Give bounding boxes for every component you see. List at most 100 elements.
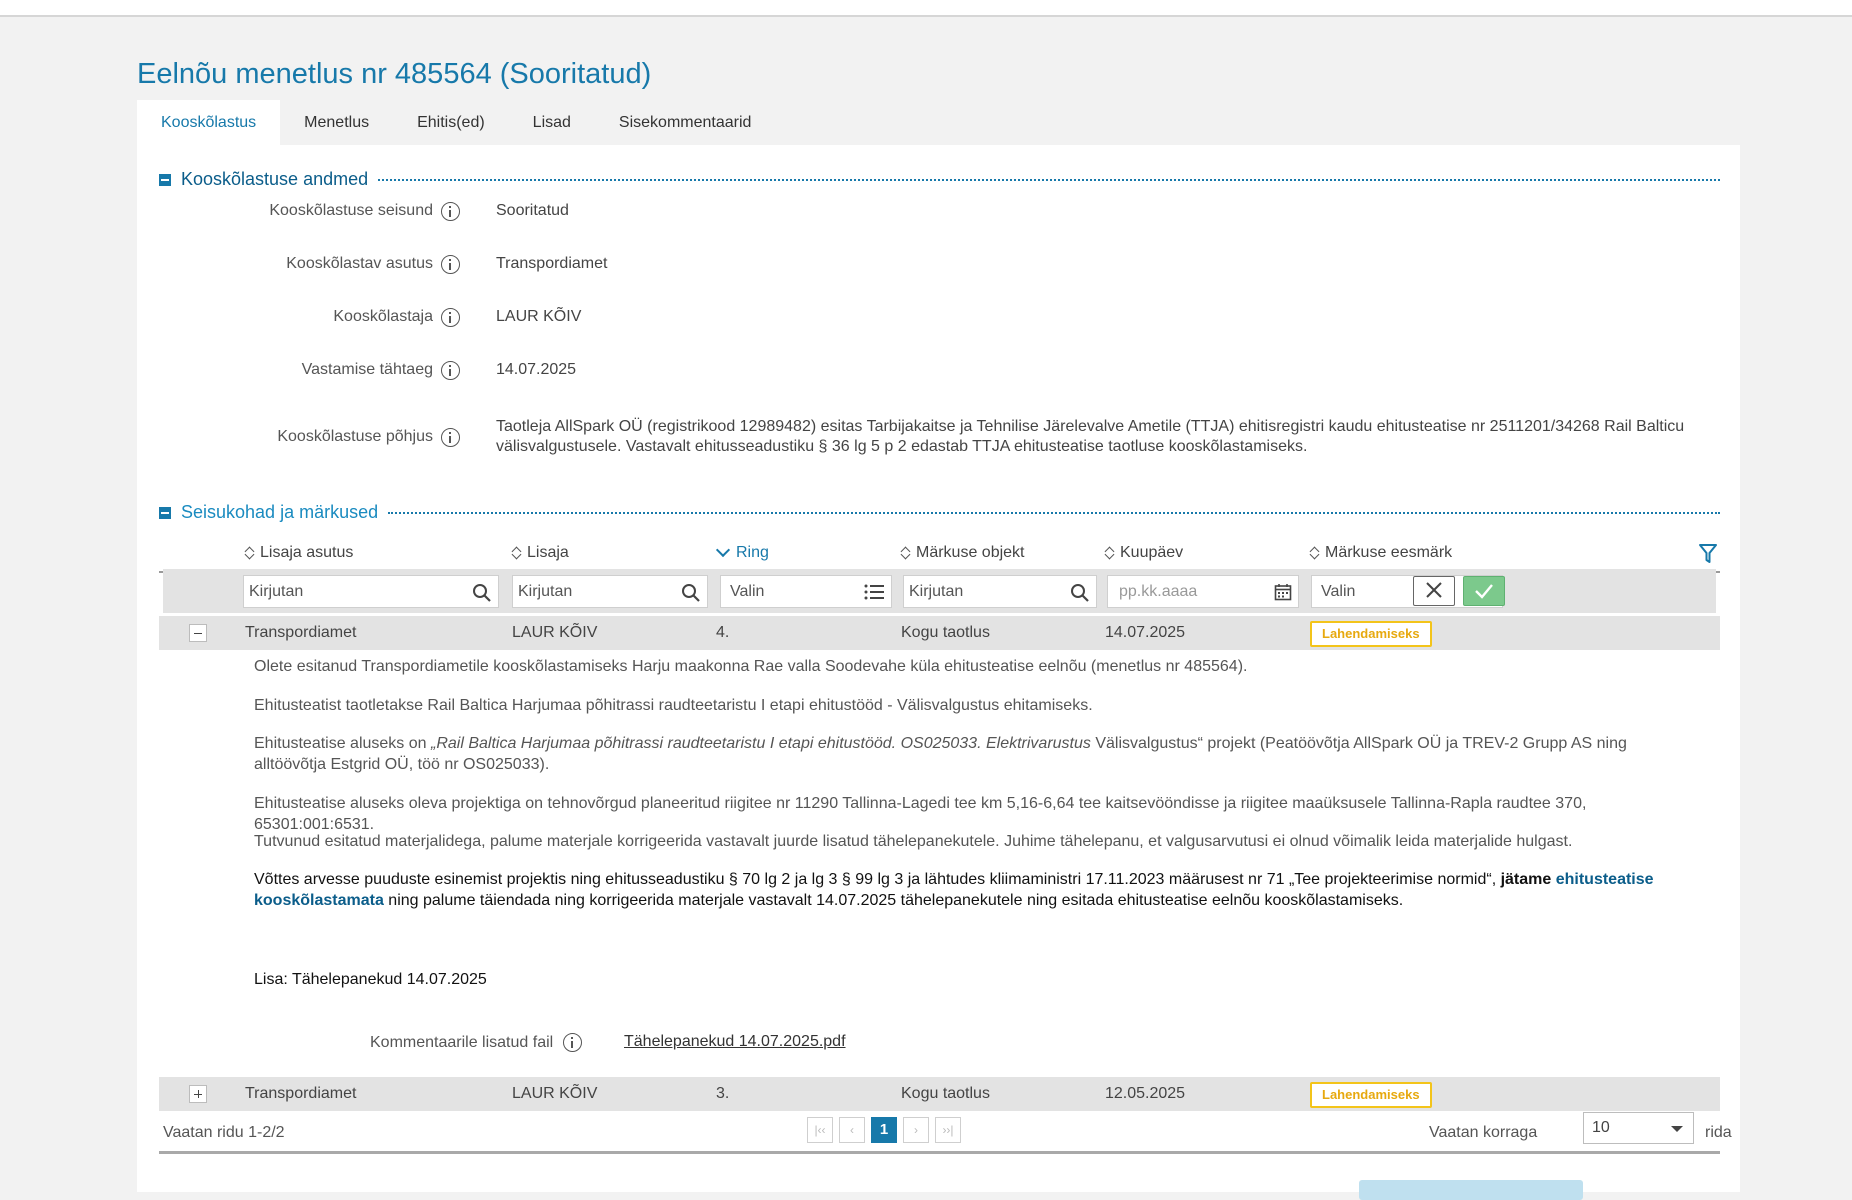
search-icon[interactable] <box>1070 583 1090 603</box>
list-icon[interactable] <box>863 583 885 601</box>
sort-icon <box>245 545 255 561</box>
info-icon[interactable] <box>563 1033 583 1052</box>
tab-lisad[interactable]: Lisad <box>509 100 595 146</box>
tab-ehitised[interactable]: Ehitis(ed) <box>393 100 509 146</box>
expand-row-button[interactable] <box>189 1085 207 1103</box>
field-value: Taotleja AllSpark OÜ (registrikood 12989… <box>496 418 1685 455</box>
per-page-suffix: rida <box>1705 1124 1732 1141</box>
author-filter-input[interactable]: Kirjutan <box>512 575 708 608</box>
attachment-label: Kommentaarile lisatud fail <box>370 1033 583 1052</box>
status-badge: Lahendamiseks <box>1310 1082 1432 1108</box>
approval-section-title: Kooskõlastuse andmed <box>181 169 369 189</box>
remark-paragraph: Ehitusteatise aluseks on „Rail Baltica H… <box>254 735 1627 773</box>
remark-paragraph: Ehitusteatist taotletakse Rail Baltica H… <box>254 697 1093 714</box>
pagination: |‹‹ ‹ 1 › ››| <box>807 1117 961 1143</box>
remark-paragraph: Ehitusteatise aluseks oleva projektiga o… <box>254 795 1587 833</box>
info-icon[interactable] <box>441 427 460 447</box>
table-row[interactable]: Transpordiamet LAUR KÕIV 4. Kogu taotlus… <box>159 616 1720 650</box>
field-label: Kooskõlastav asutus <box>286 255 433 272</box>
search-icon[interactable] <box>681 583 701 603</box>
clear-filters-button[interactable] <box>1413 576 1455 606</box>
round-filter-select[interactable]: Valin <box>720 575 892 608</box>
column-header-date[interactable]: Kuupäev <box>1105 535 1183 571</box>
field-label: Kooskõlastuse seisund <box>269 202 433 219</box>
prev-page-button[interactable]: ‹ <box>839 1117 865 1143</box>
field-reason: Kooskõlastuse põhjus Taotleja AllSpark O… <box>137 415 1740 459</box>
table-row[interactable]: Transpordiamet LAUR KÕIV 3. Kogu taotlus… <box>159 1077 1720 1111</box>
filter-icon[interactable] <box>1698 543 1718 565</box>
column-header-purpose[interactable]: Märkuse eesmärk <box>1310 535 1452 571</box>
field-agency: Kooskõlastav asutus Transpordiamet <box>137 247 1740 281</box>
status-badge: Lahendamiseks <box>1310 621 1432 647</box>
calendar-icon[interactable] <box>1274 583 1292 601</box>
cell-date: 14.07.2025 <box>1105 624 1186 641</box>
remark-paragraph: Tutvunud esitatud materjalidega, palume … <box>254 833 1573 850</box>
top-bar <box>0 0 1852 17</box>
cell-agency: Transpordiamet <box>245 624 357 641</box>
collapse-icon[interactable] <box>159 506 171 519</box>
sort-icon <box>512 545 522 561</box>
field-value: Transpordiamet <box>496 255 608 272</box>
sort-icon <box>1310 545 1320 561</box>
cell-object: Kogu taotlus <box>901 1085 990 1102</box>
last-page-button[interactable]: ››| <box>935 1117 961 1143</box>
info-icon[interactable] <box>441 307 460 327</box>
rows-info: Vaatan ridu 1-2/2 <box>163 1124 285 1141</box>
next-page-button[interactable]: › <box>903 1117 929 1143</box>
tab-sisekommentaarid[interactable]: Sisekommentaarid <box>595 100 776 146</box>
per-page-label: Vaatan korraga <box>1429 1124 1538 1141</box>
sort-icon <box>901 545 911 561</box>
field-label: Vastamise tähtaeg <box>301 361 433 378</box>
remark-paragraph: Olete esitanud Transpordiametile kooskõl… <box>254 658 1248 675</box>
page-1-button[interactable]: 1 <box>871 1117 897 1143</box>
agency-filter-input[interactable]: Kirjutan <box>243 575 499 608</box>
close-icon <box>1426 582 1442 598</box>
date-filter-input[interactable]: pp.kk.aaaa <box>1107 575 1299 608</box>
field-label: Kooskõlastaja <box>333 308 433 325</box>
field-label: Kooskõlastuse põhjus <box>277 428 433 445</box>
cell-agency: Transpordiamet <box>245 1085 357 1102</box>
info-icon[interactable] <box>441 360 460 380</box>
info-icon[interactable] <box>441 201 460 221</box>
remarks-section-title: Seisukohad ja märkused <box>181 502 379 522</box>
cell-author: LAUR KÕIV <box>512 1085 598 1102</box>
info-icon[interactable] <box>441 254 460 274</box>
field-value: LAUR KÕIV <box>496 308 582 325</box>
chevron-down-icon <box>1671 1126 1683 1132</box>
attachment-link[interactable]: Tähelepanekud 14.07.2025.pdf <box>624 1033 846 1051</box>
action-button[interactable] <box>1359 1180 1583 1200</box>
tab-menetlus[interactable]: Menetlus <box>280 100 393 146</box>
cell-object: Kogu taotlus <box>901 624 990 641</box>
tab-bar: Kooskõlastus Menetlus Ehitis(ed) Lisad S… <box>137 100 775 146</box>
cell-author: LAUR KÕIV <box>512 624 598 641</box>
apply-filters-button[interactable] <box>1463 576 1505 606</box>
tab-kooskolastus[interactable]: Kooskõlastus <box>137 100 281 146</box>
object-filter-input[interactable]: Kirjutan <box>903 575 1097 608</box>
cell-date: 12.05.2025 <box>1105 1085 1186 1102</box>
checkmark-icon <box>1475 584 1493 599</box>
cell-round: 4. <box>716 624 730 641</box>
remark-paragraph: Võttes arvesse puuduste esinemist projek… <box>254 871 1654 909</box>
column-header-object[interactable]: Märkuse objekt <box>901 535 1025 571</box>
cell-round: 3. <box>716 1085 730 1102</box>
approval-section-header[interactable]: Kooskõlastuse andmed <box>159 169 1720 190</box>
grid-header: Lisaja asutus Lisaja Ring Märkuse objekt… <box>159 535 1720 573</box>
collapse-icon[interactable] <box>159 173 171 186</box>
search-icon[interactable] <box>472 583 492 603</box>
field-value: 14.07.2025 <box>496 361 577 378</box>
content-panel: Kooskõlastuse andmed Kooskõlastuse seisu… <box>137 145 1740 1192</box>
remark-paragraph: Lisa: Tähelepanekud 14.07.2025 <box>254 971 487 988</box>
column-header-round[interactable]: Ring <box>715 535 769 571</box>
per-page-select[interactable]: 10 <box>1583 1112 1694 1144</box>
filter-row: Kirjutan Kirjutan Valin Kirjutan pp.kk.a… <box>163 569 1716 613</box>
collapse-row-button[interactable] <box>189 624 207 642</box>
remarks-section-header[interactable]: Seisukohad ja märkused <box>159 502 1720 523</box>
section-divider <box>378 178 1720 181</box>
field-value: Sooritatud <box>496 202 569 219</box>
sort-desc-icon <box>715 542 731 558</box>
first-page-button[interactable]: |‹‹ <box>807 1117 833 1143</box>
section-divider <box>388 511 1720 514</box>
column-header-author[interactable]: Lisaja <box>512 535 569 571</box>
field-approver: Kooskõlastaja LAUR KÕIV <box>137 300 1740 334</box>
column-header-agency[interactable]: Lisaja asutus <box>245 535 353 571</box>
